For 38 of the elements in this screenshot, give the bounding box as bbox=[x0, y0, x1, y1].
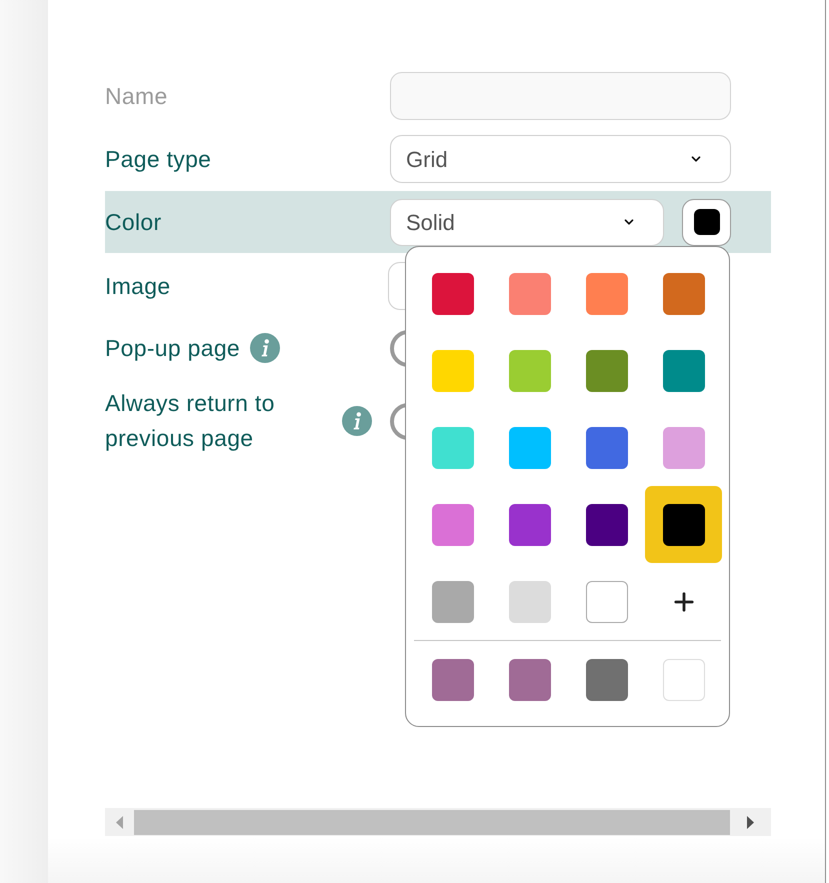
color-swatch[interactable] bbox=[432, 350, 474, 392]
color-swatch[interactable] bbox=[508, 504, 550, 546]
color-swatch[interactable] bbox=[432, 580, 474, 622]
field-label: Pop-up page bbox=[105, 334, 240, 363]
color-swatch[interactable] bbox=[508, 580, 550, 622]
field-label: Image bbox=[105, 272, 170, 301]
color-swatch[interactable] bbox=[508, 426, 550, 468]
horizontal-scrollbar[interactable] bbox=[105, 808, 771, 836]
color-swatch[interactable] bbox=[432, 426, 474, 468]
color-swatch[interactable] bbox=[662, 350, 704, 392]
color-swatch[interactable] bbox=[586, 426, 628, 468]
right-triangle-icon bbox=[747, 816, 754, 828]
field-label: Always return to previous page bbox=[105, 389, 276, 453]
color-swatch[interactable] bbox=[586, 350, 628, 392]
color-swatch[interactable] bbox=[662, 426, 704, 468]
color-swatch[interactable] bbox=[508, 658, 550, 700]
color-swatch[interactable] bbox=[662, 658, 704, 700]
info-icon[interactable] bbox=[342, 406, 372, 436]
color-swatch[interactable] bbox=[586, 580, 628, 622]
color-swatch[interactable] bbox=[432, 504, 474, 546]
color-swatch[interactable] bbox=[586, 658, 628, 700]
color-swatch[interactable] bbox=[662, 272, 704, 314]
left-triangle-icon bbox=[116, 816, 123, 828]
color-swatch[interactable] bbox=[586, 504, 628, 546]
color-swatch[interactable] bbox=[508, 272, 550, 314]
field-label: Name bbox=[105, 82, 168, 110]
color-swatch[interactable] bbox=[432, 658, 474, 700]
color-type-select[interactable]: Solid bbox=[390, 198, 664, 246]
field-label: Page type bbox=[105, 144, 212, 174]
color-swatch[interactable] bbox=[586, 272, 628, 314]
page-type-select[interactable]: Grid bbox=[390, 135, 731, 183]
color-swatch[interactable] bbox=[662, 504, 704, 546]
scrollbar-thumb[interactable] bbox=[134, 810, 730, 834]
color-swatch[interactable] bbox=[432, 272, 474, 314]
color-swatch[interactable] bbox=[508, 350, 550, 392]
field-label: Color bbox=[105, 208, 162, 236]
info-icon[interactable] bbox=[250, 333, 280, 363]
color-swatch-button[interactable] bbox=[682, 198, 731, 246]
